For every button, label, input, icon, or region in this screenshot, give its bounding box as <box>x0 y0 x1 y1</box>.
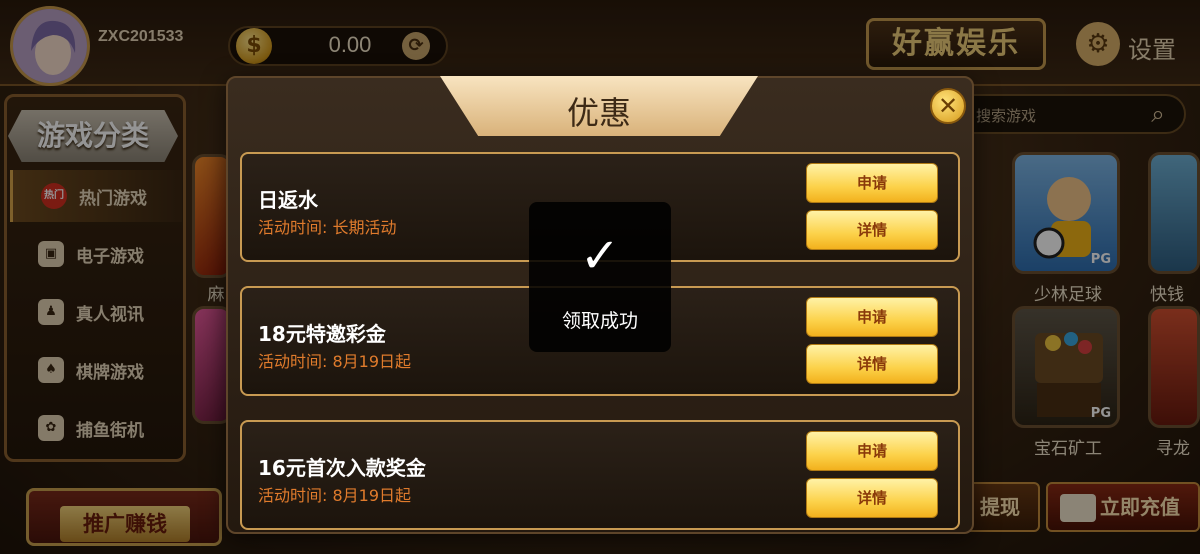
promotion-time: 活动时间: 长期活动 <box>258 218 397 237</box>
details-button[interactable]: 详情 <box>806 210 938 250</box>
modal-title: 优惠 <box>566 94 631 132</box>
toast-message: 领取成功 <box>561 310 638 332</box>
details-button[interactable]: 详情 <box>806 478 938 518</box>
close-icon[interactable]: ✕ <box>930 88 966 124</box>
promotion-name: 日返水 <box>258 188 318 212</box>
promotion-time: 活动时间: 8月19日起 <box>258 352 412 371</box>
promotion-time: 活动时间: 8月19日起 <box>258 486 412 505</box>
apply-button[interactable]: 申请 <box>806 163 938 203</box>
details-button[interactable]: 详情 <box>806 344 938 384</box>
promotion-name: 18元特邀彩金 <box>258 322 386 346</box>
checkmark-icon: ✓ <box>579 228 621 284</box>
promotion-name: 16元首次入款奖金 <box>258 456 426 480</box>
apply-button[interactable]: 申请 <box>806 431 938 471</box>
apply-button[interactable]: 申请 <box>806 297 938 337</box>
